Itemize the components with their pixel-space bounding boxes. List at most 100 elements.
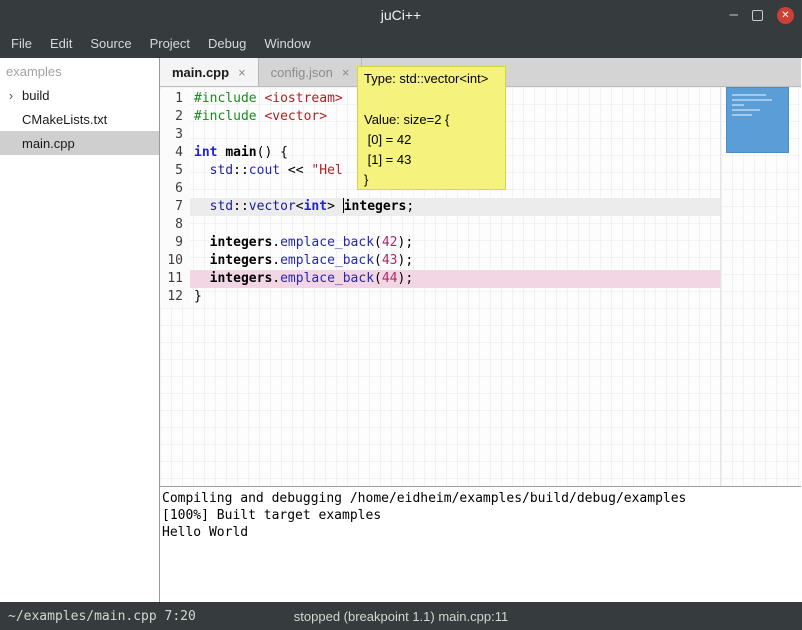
restore-icon[interactable] (752, 10, 763, 21)
code-token: <vector> (264, 109, 327, 124)
code-line[interactable] (190, 216, 720, 234)
debug-value-tooltip: Type: std::vector<int> Value: size=2 { [… (357, 66, 506, 190)
code-token: < (296, 199, 304, 214)
menu-file[interactable]: File (2, 30, 41, 58)
tab-label: main.cpp (172, 65, 229, 80)
code-token: ( (374, 253, 382, 268)
overview-line (732, 109, 760, 111)
gutter: 123456789101112 (160, 90, 190, 306)
minimize-icon[interactable]: – (730, 0, 738, 30)
status-file-position: ~/examples/main.cpp 7:20 (8, 609, 196, 624)
tooltip-value-line: } (364, 170, 499, 190)
code-token: "Hel (311, 163, 342, 178)
tooltip-value-block: Value: size=2 { [0] = 42 [1] = 43 } (364, 110, 499, 190)
code-line[interactable]: integers.emplace_back(42); (190, 234, 720, 252)
line-number[interactable]: 6 (160, 180, 190, 198)
code-token: cout (249, 163, 280, 178)
code-token: int (304, 199, 327, 214)
code-token: ; (406, 199, 414, 214)
tree-root-label: examples (0, 58, 159, 83)
code-token: . (272, 271, 280, 286)
titlebar: juCi++ – ✕ (0, 0, 802, 30)
code-line[interactable]: integers.emplace_back(43); (190, 252, 720, 270)
code-token: std (210, 199, 233, 214)
code-token: . (272, 235, 280, 250)
file-tree-sidebar: examples › build CMakeLists.txt main.cpp (0, 58, 160, 602)
code-line[interactable]: integers.emplace_back(44); (190, 270, 720, 288)
line-number[interactable]: 3 (160, 126, 190, 144)
app-window: juCi++ – ✕ File Edit Source Project Debu… (0, 0, 802, 630)
menu-edit[interactable]: Edit (41, 30, 81, 58)
code-token: :: (233, 199, 249, 214)
window-title: juCi++ (0, 0, 802, 30)
code-token: std (210, 163, 233, 178)
close-icon[interactable]: ✕ (777, 7, 794, 24)
output-line: [100%] Built target examples (162, 507, 799, 524)
code-token: integers (210, 253, 273, 268)
line-number[interactable]: 2 (160, 108, 190, 126)
tab-main-cpp[interactable]: main.cpp × (160, 58, 259, 86)
tooltip-value-line: [1] = 43 (364, 150, 499, 170)
overview-line (732, 104, 744, 106)
code-token: vector (249, 199, 296, 214)
code-token: main (225, 145, 256, 160)
code-token: ); (398, 253, 414, 268)
code-token: integers (210, 271, 273, 286)
code-token: emplace_back (280, 271, 374, 286)
code-line[interactable]: std::vector<int> integers; (190, 198, 720, 216)
code-token: 42 (382, 235, 398, 250)
editor-overview-map[interactable] (726, 87, 789, 153)
code-token (194, 163, 210, 178)
code-token: ( (374, 235, 382, 250)
code-token: integers (210, 235, 273, 250)
line-number[interactable]: 1 (160, 90, 190, 108)
tree-item-label: main.cpp (18, 136, 75, 151)
code-token: integers (344, 199, 407, 214)
tree-item-cmakelists[interactable]: CMakeLists.txt (0, 107, 159, 131)
status-debug-state: stopped (breakpoint 1.1) main.cpp:11 (294, 609, 508, 624)
line-number[interactable]: 11 (160, 270, 190, 288)
code-token: <iostream> (264, 91, 342, 106)
output-line: Hello World (162, 524, 799, 541)
tab-close-icon[interactable]: × (342, 65, 350, 80)
code-token: 44 (382, 271, 398, 286)
overview-line (732, 99, 772, 101)
code-line[interactable]: } (190, 288, 720, 306)
tab-label: config.json (271, 65, 333, 80)
tooltip-type-line: Type: std::vector<int> (364, 71, 499, 86)
output-panel[interactable]: Compiling and debugging /home/eidheim/ex… (160, 486, 801, 602)
code-token: 43 (382, 253, 398, 268)
line-number[interactable]: 12 (160, 288, 190, 306)
code-token: > (327, 199, 343, 214)
line-number[interactable]: 7 (160, 198, 190, 216)
code-token (194, 235, 210, 250)
code-token: #include (194, 109, 257, 124)
code-token: #include (194, 91, 257, 106)
line-number[interactable]: 4 (160, 144, 190, 162)
tree-item-label: build (18, 88, 49, 103)
line-number[interactable]: 5 (160, 162, 190, 180)
code-token (194, 199, 210, 214)
line-number[interactable]: 9 (160, 234, 190, 252)
output-line: Compiling and debugging /home/eidheim/ex… (162, 490, 799, 507)
menu-source[interactable]: Source (81, 30, 140, 58)
tooltip-value-line: Value: size=2 { (364, 110, 499, 130)
menu-window[interactable]: Window (255, 30, 319, 58)
code-token (194, 253, 210, 268)
tree-item-maincpp[interactable]: main.cpp (0, 131, 159, 155)
menu-debug[interactable]: Debug (199, 30, 255, 58)
chevron-right-icon[interactable]: › (4, 88, 18, 103)
tab-close-icon[interactable]: × (238, 65, 246, 80)
code-token: () { (257, 145, 288, 160)
line-number[interactable]: 8 (160, 216, 190, 234)
tooltip-value-line: [0] = 42 (364, 130, 499, 150)
code-token: int (194, 145, 217, 160)
code-token: ); (398, 235, 414, 250)
window-controls: – ✕ (730, 0, 794, 30)
code-token: ); (398, 271, 414, 286)
tree-item-build[interactable]: › build (0, 83, 159, 107)
menubar: File Edit Source Project Debug Window (0, 30, 802, 58)
line-number[interactable]: 10 (160, 252, 190, 270)
menu-project[interactable]: Project (141, 30, 199, 58)
tab-config-json[interactable]: config.json × (259, 58, 363, 86)
